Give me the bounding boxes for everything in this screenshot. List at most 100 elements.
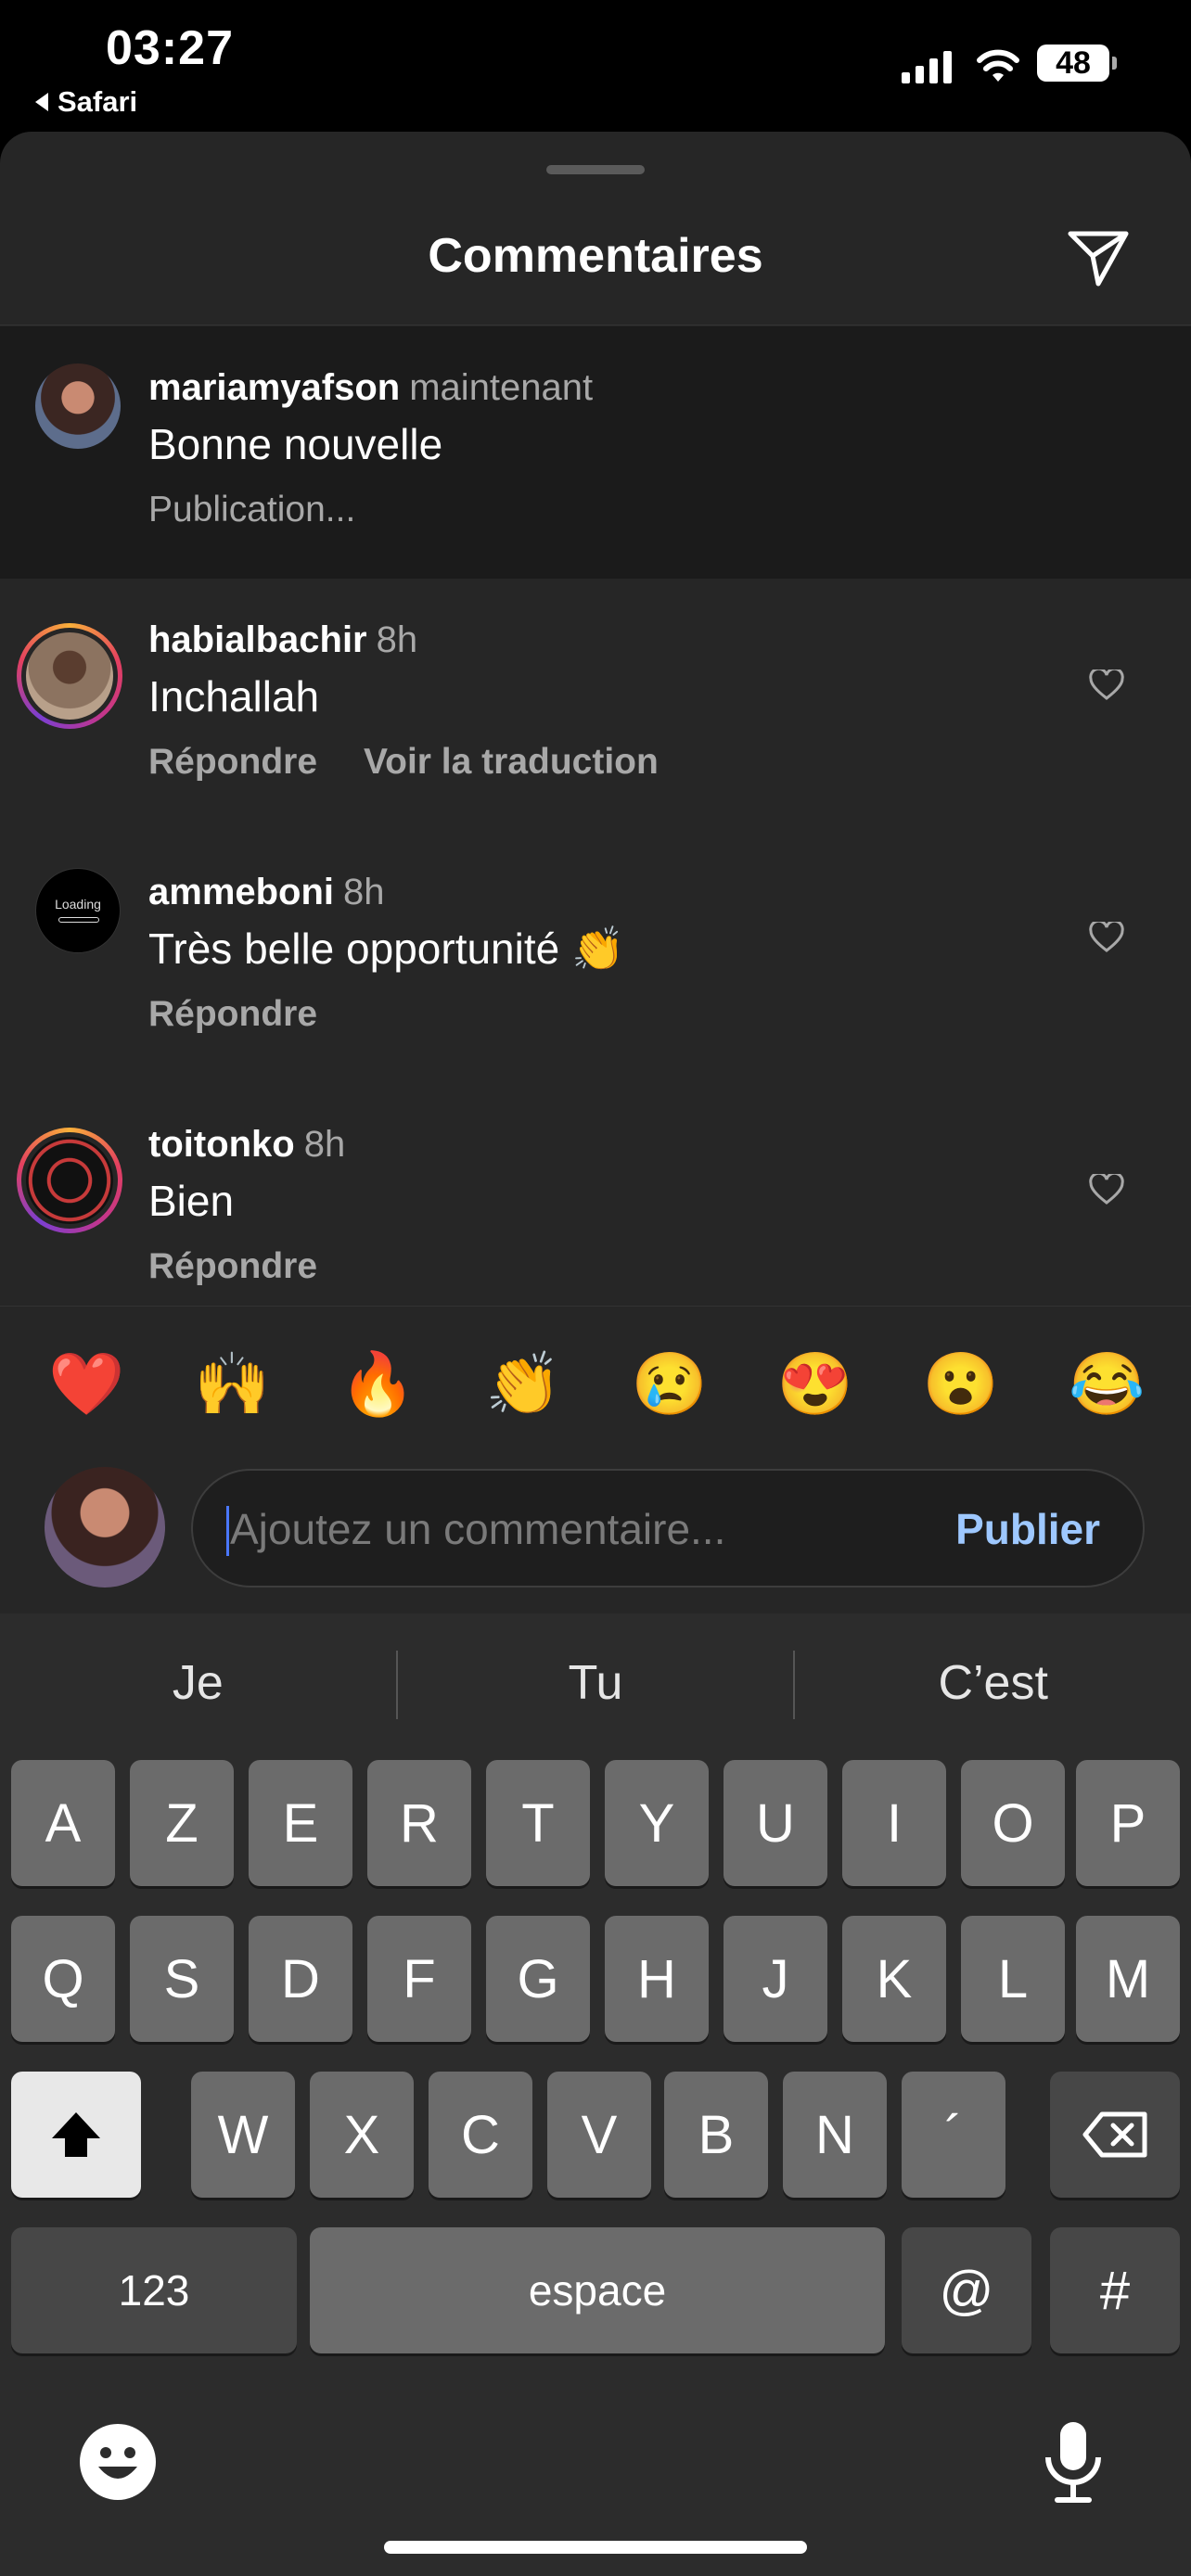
key-s[interactable]: S — [130, 1916, 234, 2042]
comment-text: Bien — [148, 1177, 235, 1225]
key-o[interactable]: O — [961, 1760, 1065, 1886]
comment-input[interactable]: Ajoutez un commentaire... Publier — [191, 1469, 1145, 1588]
back-arrow-icon — [35, 93, 48, 111]
comment-text: Très belle opportunité 👏 — [148, 925, 625, 973]
status-bar: 03:27 Safari 48 — [0, 0, 1191, 132]
reaction-raised-hands[interactable]: 🙌 — [194, 1348, 270, 1421]
key-r[interactable]: R — [367, 1760, 471, 1886]
like-heart-icon[interactable] — [1089, 922, 1124, 953]
space-key[interactable]: espace — [310, 2227, 885, 2353]
at-key[interactable]: @ — [902, 2227, 1031, 2353]
key-n[interactable]: N — [783, 2072, 887, 2198]
send-icon[interactable] — [1067, 228, 1132, 287]
key-q[interactable]: Q — [11, 1916, 115, 2042]
comment-text: Inchallah — [148, 672, 320, 721]
numbers-key[interactable]: 123 — [11, 2227, 297, 2353]
like-heart-icon[interactable] — [1089, 670, 1124, 701]
reaction-heart[interactable]: ❤️ — [48, 1348, 124, 1421]
avatar-loading-text: Loading — [55, 897, 101, 912]
like-heart-icon[interactable] — [1089, 1174, 1124, 1205]
text-caret — [226, 1506, 229, 1556]
comment-item: Loading ammeboni 8h Très belle opportunit… — [0, 831, 1191, 1083]
sheet-title: Commentaires — [428, 229, 763, 283]
cellular-signal-icon — [902, 50, 952, 83]
comment-time: maintenant — [409, 367, 594, 408]
hash-key[interactable]: # — [1050, 2227, 1180, 2353]
key-z[interactable]: Z — [130, 1760, 234, 1886]
key-k[interactable]: K — [842, 1916, 946, 2042]
key-h[interactable]: H — [605, 1916, 709, 2042]
comment-item: toitonko 8h Bien Répondre — [0, 1083, 1191, 1306]
publish-button[interactable]: Publier — [955, 1504, 1100, 1554]
suggestion[interactable]: Tu — [398, 1613, 794, 1753]
avatar[interactable] — [17, 1128, 122, 1233]
key-m[interactable]: M — [1076, 1916, 1180, 2042]
comment-username[interactable]: ammeboni 8h — [148, 872, 385, 913]
comment-actions: Répondre — [148, 994, 317, 1035]
avatar[interactable] — [17, 623, 122, 729]
reply-button[interactable]: Répondre — [148, 1246, 317, 1287]
key-t[interactable]: T — [486, 1760, 590, 1886]
sheet-grabber[interactable] — [546, 165, 645, 174]
comment-status: Publication... — [148, 490, 356, 529]
comment-actions: Répondre — [148, 1246, 317, 1287]
back-app-label: Safari — [58, 85, 138, 118]
comment-placeholder: Ajoutez un commentaire... — [230, 1505, 726, 1553]
comment-item: habialbachir 8h Inchallah Répondre Voir l… — [0, 579, 1191, 831]
key-b[interactable]: B — [664, 2072, 768, 2198]
home-indicator[interactable] — [384, 2541, 807, 2554]
battery-icon: 48 — [1037, 45, 1117, 82]
reaction-surprised[interactable]: 😮 — [923, 1348, 999, 1421]
reaction-heart-eyes[interactable]: 😍 — [777, 1348, 853, 1421]
key-x[interactable]: X — [310, 2072, 414, 2198]
avatar[interactable]: Loading — [35, 868, 121, 953]
key-u[interactable]: U — [724, 1760, 827, 1886]
key-e[interactable]: E — [249, 1760, 352, 1886]
delete-key[interactable] — [1050, 2072, 1180, 2198]
key-l[interactable]: L — [961, 1916, 1065, 2042]
see-translation-button[interactable]: Voir la traduction — [364, 742, 659, 783]
emoji-keyboard-icon[interactable] — [78, 2422, 158, 2502]
comment-composer: Ajoutez un commentaire... Publier — [0, 1456, 1191, 1613]
shift-arrow-icon — [52, 2112, 100, 2157]
comment-username[interactable]: habialbachir 8h — [148, 619, 417, 661]
key-c[interactable]: C — [429, 2072, 532, 2198]
reply-button[interactable]: Répondre — [148, 742, 317, 783]
key-f[interactable]: F — [367, 1916, 471, 2042]
key-w[interactable]: W — [191, 2072, 295, 2198]
avatar[interactable] — [35, 363, 121, 449]
key-i[interactable]: I — [842, 1760, 946, 1886]
microphone-icon[interactable] — [1043, 2420, 1104, 2506]
reaction-clap[interactable]: 👏 — [485, 1348, 561, 1421]
key-a[interactable]: A — [11, 1760, 115, 1886]
comment-time: 8h — [376, 619, 418, 660]
comment-username[interactable]: mariamyafson maintenant — [148, 367, 593, 409]
key-v[interactable]: V — [547, 2072, 651, 2198]
key-accent[interactable]: ´ — [902, 2072, 1005, 2198]
reaction-fire[interactable]: 🔥 — [339, 1348, 416, 1421]
reaction-laughing[interactable]: 😂 — [1069, 1348, 1145, 1421]
comment-text: Bonne nouvelle — [148, 420, 443, 468]
key-g[interactable]: G — [486, 1916, 590, 2042]
suggestion[interactable]: C’est — [795, 1613, 1191, 1753]
quick-reactions-bar: ❤️ 🙌 🔥 👏 😢 😍 😮 😂 — [0, 1306, 1191, 1463]
delete-icon — [1082, 2111, 1147, 2158]
key-y[interactable]: Y — [605, 1760, 709, 1886]
key-p[interactable]: P — [1076, 1760, 1180, 1886]
key-j[interactable]: J — [724, 1916, 827, 2042]
comment-username[interactable]: toitonko 8h — [148, 1124, 345, 1166]
comment-actions: Répondre Voir la traduction — [148, 742, 659, 783]
shift-key[interactable] — [11, 2072, 141, 2198]
wifi-icon — [977, 49, 1019, 82]
reaction-crying[interactable]: 😢 — [632, 1348, 708, 1421]
predictive-bar: Je Tu C’est — [0, 1613, 1191, 1753]
comment-time: 8h — [343, 872, 385, 912]
back-to-safari[interactable]: Safari — [35, 85, 137, 119]
my-avatar — [45, 1467, 165, 1588]
reply-button[interactable]: Répondre — [148, 994, 317, 1035]
key-d[interactable]: D — [249, 1916, 352, 2042]
status-time: 03:27 — [106, 21, 234, 75]
comment-item: mariamyafson maintenant Bonne nouvelle Pu… — [0, 326, 1191, 579]
comment-time: 8h — [303, 1124, 346, 1165]
suggestion[interactable]: Je — [0, 1613, 396, 1753]
